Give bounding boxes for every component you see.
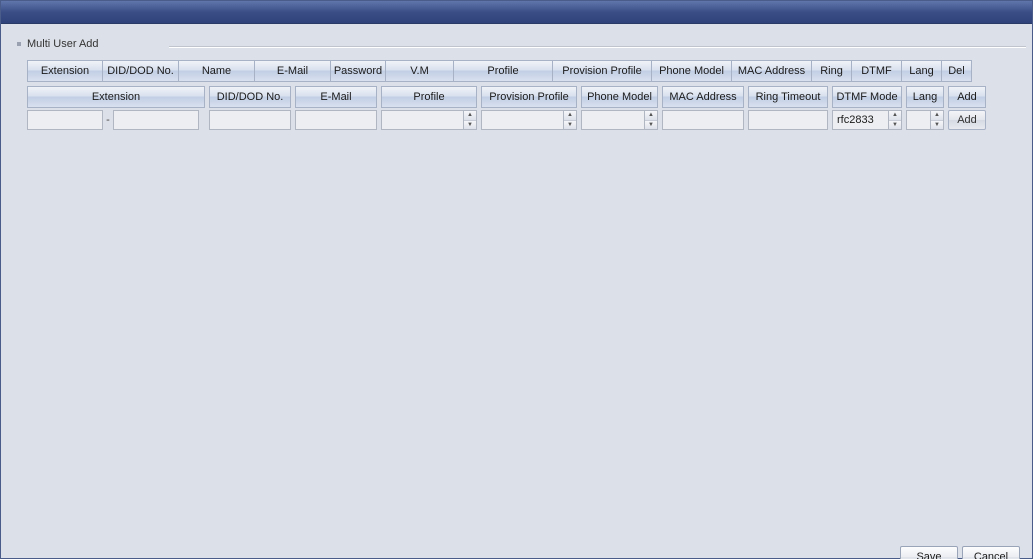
dtmf-down-icon[interactable]: ▼ — [889, 121, 901, 130]
input-header-profile: Profile — [381, 86, 477, 108]
profile-value — [382, 111, 463, 129]
phone-model-up-icon[interactable]: ▲ — [645, 111, 657, 121]
extension-range-separator: - — [103, 110, 113, 130]
cancel-button[interactable]: Cancel — [962, 546, 1020, 559]
lang-select[interactable]: ▲ ▼ — [906, 110, 944, 130]
phone-model-down-icon[interactable]: ▼ — [645, 121, 657, 130]
extension-from-input[interactable] — [27, 110, 103, 130]
group-profile: Profile ▲ ▼ — [381, 86, 477, 130]
group-dtmf-mode: DTMF Mode rfc2833 ▲ ▼ — [832, 86, 902, 130]
group-ring-timeout: Ring Timeout — [748, 86, 828, 130]
col-header-ring[interactable]: Ring — [812, 60, 852, 82]
col-header-provision-profile[interactable]: Provision Profile — [553, 60, 652, 82]
profile-down-icon[interactable]: ▼ — [464, 121, 476, 130]
col-header-vm-password[interactable]: V.M Password — [386, 60, 454, 82]
legend-dot-icon — [17, 42, 21, 46]
did-input[interactable] — [209, 110, 291, 130]
col-header-phone-model[interactable]: Phone Model — [652, 60, 732, 82]
spinner-buttons: ▲ ▼ — [563, 111, 576, 129]
col-header-dtmf[interactable]: DTMF — [852, 60, 902, 82]
input-header-mac: MAC Address — [662, 86, 744, 108]
col-header-password[interactable]: Password — [331, 60, 386, 82]
mac-input[interactable] — [662, 110, 744, 130]
dtmf-up-icon[interactable]: ▲ — [889, 111, 901, 121]
input-header-phone-model: Phone Model — [581, 86, 658, 108]
group-phone-model: Phone Model ▲ ▼ — [581, 86, 658, 130]
save-button[interactable]: Save — [900, 546, 958, 559]
group-add: Add Add — [948, 86, 986, 130]
phone-model-value — [582, 111, 644, 129]
spinner-buttons: ▲ ▼ — [930, 111, 943, 129]
add-input-row: Extension - DID/DOD No. E-Mai — [27, 86, 1024, 130]
col-header-mac[interactable]: MAC Address — [732, 60, 812, 82]
provision-profile-value — [482, 111, 563, 129]
col-header-name[interactable]: Name — [179, 60, 255, 82]
provision-profile-down-icon[interactable]: ▼ — [564, 121, 576, 130]
provision-profile-up-icon[interactable]: ▲ — [564, 111, 576, 121]
group-did: DID/DOD No. — [209, 86, 291, 130]
dtmf-mode-value: rfc2833 — [833, 111, 888, 129]
group-email: E-Mail — [295, 86, 377, 130]
spinner-buttons: ▲ ▼ — [888, 111, 901, 129]
input-header-provision-profile: Provision Profile — [481, 86, 577, 108]
spinner-buttons: ▲ ▼ — [644, 111, 657, 129]
dialog-footer: Save Cancel — [900, 546, 1020, 559]
input-header-dtmf-mode: DTMF Mode — [832, 86, 902, 108]
legend-text: Multi User Add — [27, 38, 99, 50]
users-header-row: Extension DID/DOD No. Name E-Mail Passwo… — [27, 60, 1024, 82]
input-header-did: DID/DOD No. — [209, 86, 291, 108]
content-area: Multi User Add Extension DID/DOD No. Nam… — [1, 38, 1032, 559]
dialog-window: Multi User Add Extension DID/DOD No. Nam… — [0, 0, 1033, 559]
lang-down-icon[interactable]: ▼ — [931, 121, 943, 130]
fieldset-divider — [169, 46, 1026, 48]
profile-up-icon[interactable]: ▲ — [464, 111, 476, 121]
input-header-lang: Lang — [906, 86, 944, 108]
input-header-add: Add — [948, 86, 986, 108]
group-lang: Lang ▲ ▼ — [906, 86, 944, 130]
col-header-profile[interactable]: Profile — [454, 60, 553, 82]
provision-profile-select[interactable]: ▲ ▼ — [481, 110, 577, 130]
phone-model-select[interactable]: ▲ ▼ — [581, 110, 658, 130]
col-header-del[interactable]: Del — [942, 60, 972, 82]
col-header-lang[interactable]: Lang — [902, 60, 942, 82]
col-header-did[interactable]: DID/DOD No. — [103, 60, 179, 82]
profile-select[interactable]: ▲ ▼ — [381, 110, 477, 130]
email-input[interactable] — [295, 110, 377, 130]
lang-up-icon[interactable]: ▲ — [931, 111, 943, 121]
fieldset-multi-user-add: Multi User Add Extension DID/DOD No. Nam… — [9, 38, 1024, 130]
group-mac: MAC Address — [662, 86, 744, 130]
col-header-extension[interactable]: Extension — [27, 60, 103, 82]
group-extension: Extension - — [27, 86, 205, 130]
add-button[interactable]: Add — [948, 110, 986, 130]
group-provision-profile: Provision Profile ▲ ▼ — [481, 86, 577, 130]
input-header-email: E-Mail — [295, 86, 377, 108]
col-header-email[interactable]: E-Mail — [255, 60, 331, 82]
ring-timeout-input[interactable] — [748, 110, 828, 130]
lang-value — [907, 111, 930, 129]
input-header-ring-timeout: Ring Timeout — [748, 86, 828, 108]
input-header-extension: Extension — [27, 86, 205, 108]
extension-to-input[interactable] — [113, 110, 199, 130]
spinner-buttons: ▲ ▼ — [463, 111, 476, 129]
dtmf-mode-select[interactable]: rfc2833 ▲ ▼ — [832, 110, 902, 130]
fieldset-legend: Multi User Add — [9, 38, 1024, 50]
titlebar — [1, 1, 1032, 24]
